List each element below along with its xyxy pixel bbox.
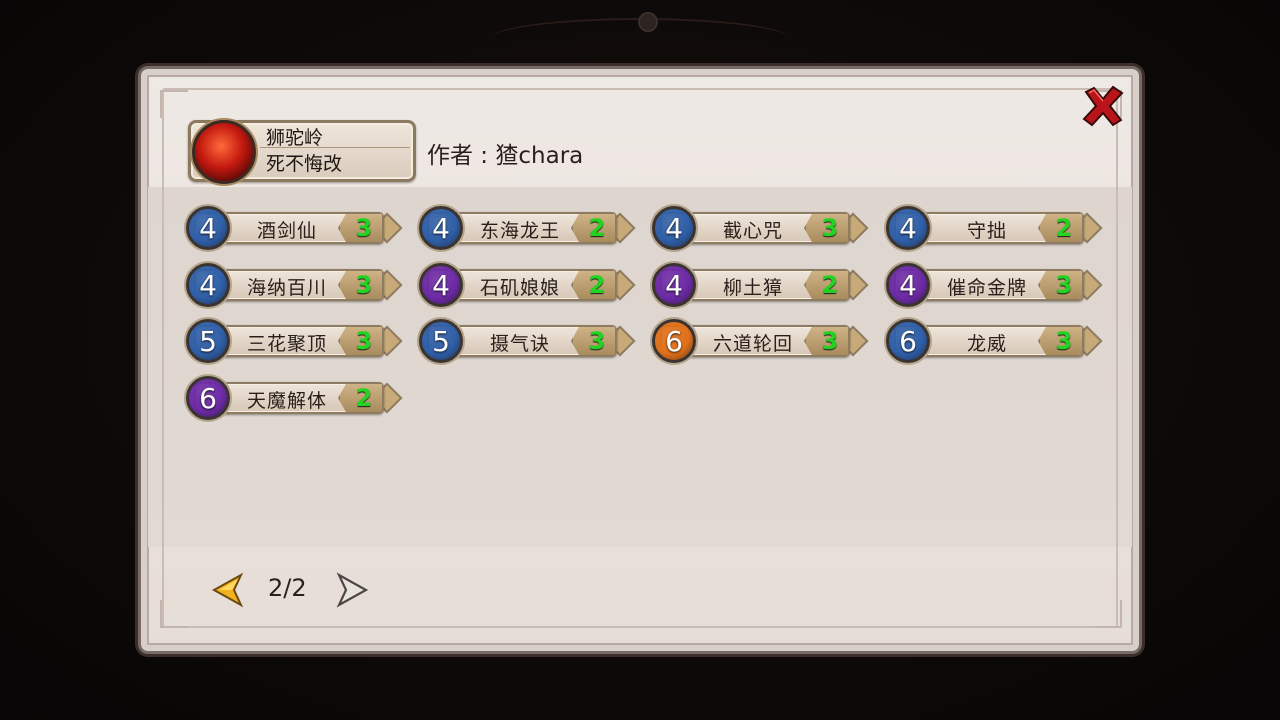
skill-level-badge: 4 xyxy=(419,263,463,307)
skill-name: 守拙 xyxy=(966,220,1007,242)
corner-ornament xyxy=(1094,600,1122,628)
skill-level-badge: 5 xyxy=(419,319,463,363)
skill-card[interactable]: 6 六道轮回 3 xyxy=(646,317,869,365)
skill-cost: 3 xyxy=(821,327,839,355)
arrow-right-icon xyxy=(336,572,369,608)
skill-level-badge: 4 xyxy=(186,263,230,307)
author-label: 作者 : 猹chara xyxy=(427,143,584,169)
skill-level-badge: 5 xyxy=(186,319,230,363)
close-x-icon xyxy=(1082,85,1124,127)
skill-name: 三花聚顶 xyxy=(246,333,327,355)
skill-name: 催命金牌 xyxy=(946,277,1027,299)
skill-card[interactable]: 5 三花聚顶 3 xyxy=(180,317,403,365)
skill-cost: 3 xyxy=(588,327,606,355)
skill-card[interactable]: 4 东海龙王 2 xyxy=(413,204,636,252)
skill-level-badge: 4 xyxy=(886,263,930,307)
skill-name: 酒剑仙 xyxy=(256,220,317,242)
faction-name: 狮驼岭 xyxy=(266,127,324,149)
skill-level-badge: 4 xyxy=(652,206,696,250)
skill-level-badge: 4 xyxy=(886,206,930,250)
skill-name: 龙威 xyxy=(966,333,1007,355)
skill-cost: 2 xyxy=(588,271,606,299)
skill-card[interactable]: 6 天魔解体 2 xyxy=(180,374,403,422)
corner-ornament xyxy=(160,600,188,628)
close-button[interactable] xyxy=(1078,82,1128,130)
skill-name: 截心咒 xyxy=(722,220,783,242)
skill-card[interactable]: 5 摄气诀 3 xyxy=(413,317,636,365)
skill-name: 柳土獐 xyxy=(722,277,783,299)
skill-cost: 2 xyxy=(1055,214,1073,242)
skill-level-badge: 4 xyxy=(652,263,696,307)
skill-cost: 3 xyxy=(355,271,373,299)
skill-card[interactable]: 6 龙威 3 xyxy=(880,317,1103,365)
page-indicator: 2/2 xyxy=(268,574,307,602)
skill-cost: 3 xyxy=(1055,271,1073,299)
skill-cost: 2 xyxy=(355,384,373,412)
next-page-button[interactable] xyxy=(334,572,370,608)
skill-level-badge: 6 xyxy=(886,319,930,363)
skill-cost: 3 xyxy=(355,327,373,355)
hanging-knob xyxy=(638,12,658,32)
skill-level-badge: 6 xyxy=(186,376,230,420)
prev-page-button[interactable] xyxy=(210,572,246,608)
skill-cost: 3 xyxy=(821,214,839,242)
skill-cost: 3 xyxy=(1055,327,1073,355)
skill-name: 六道轮回 xyxy=(712,333,793,355)
skill-level-badge: 4 xyxy=(186,206,230,250)
skill-card[interactable]: 4 催命金牌 3 xyxy=(880,261,1103,309)
skill-cost: 2 xyxy=(821,271,839,299)
skill-name: 石矶娘娘 xyxy=(479,277,560,299)
skill-name: 东海龙王 xyxy=(479,220,560,242)
deck-name: 死不悔改 xyxy=(266,153,343,175)
skill-card[interactable]: 4 柳土獐 2 xyxy=(646,261,869,309)
skill-name: 摄气诀 xyxy=(489,333,550,355)
skill-name: 天魔解体 xyxy=(246,390,327,412)
skill-level-badge: 6 xyxy=(652,319,696,363)
skill-card[interactable]: 4 石矶娘娘 2 xyxy=(413,261,636,309)
skill-level-badge: 4 xyxy=(419,206,463,250)
skill-name: 海纳百川 xyxy=(246,277,327,299)
skill-card[interactable]: 4 截心咒 3 xyxy=(646,204,869,252)
arrow-left-icon xyxy=(211,572,244,608)
corner-ornament xyxy=(160,90,188,118)
skill-cost: 2 xyxy=(588,214,606,242)
skill-cost: 3 xyxy=(355,214,373,242)
faction-emblem-icon xyxy=(192,120,256,184)
skill-card[interactable]: 4 酒剑仙 3 xyxy=(180,204,403,252)
skill-card[interactable]: 4 海纳百川 3 xyxy=(180,261,403,309)
skill-card[interactable]: 4 守拙 2 xyxy=(880,204,1103,252)
